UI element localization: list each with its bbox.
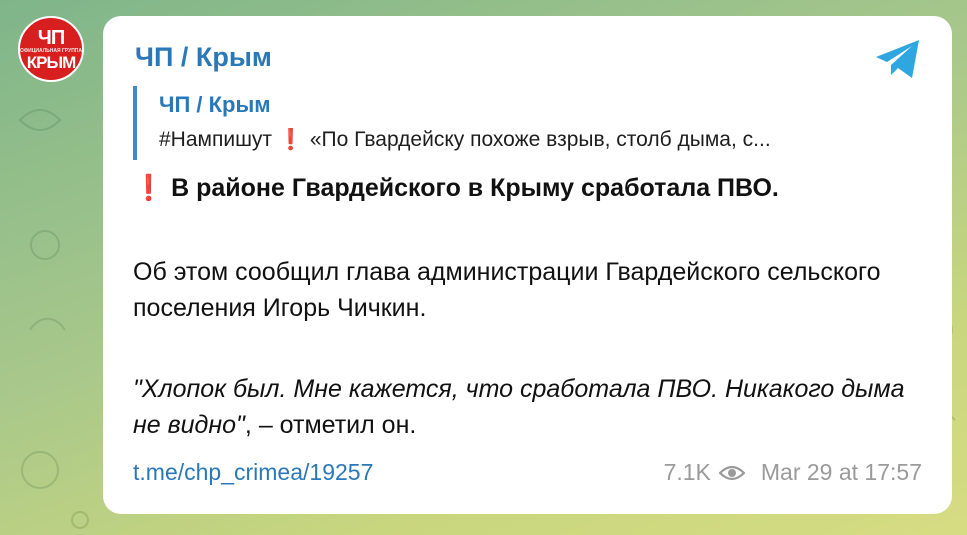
channel-name[interactable]: ЧП / Крым bbox=[135, 42, 272, 73]
telegram-plane-icon[interactable] bbox=[874, 38, 922, 80]
quote-tail: , – отметил он. bbox=[244, 411, 417, 439]
post-link[interactable]: t.me/chp_crimea/19257 bbox=[133, 459, 373, 486]
avatar-top-text: ЧП bbox=[37, 26, 65, 49]
reply-text: #Нампишут ❗ «По Гвардейску похоже взрыв,… bbox=[159, 128, 929, 152]
post-date: Mar 29 at 17:57 bbox=[760, 459, 922, 485]
reply-channel-name: ЧП / Крым bbox=[159, 92, 271, 117]
headline-text: В районе Гвардейского в Крыму сработала … bbox=[171, 174, 779, 202]
channel-avatar[interactable]: ЧП ОФИЦИАЛЬНАЯ ГРУППА КРЫМ bbox=[18, 16, 84, 82]
reply-preview[interactable]: ЧП / Крым #Нампишут ❗ «По Гвардейску пох… bbox=[133, 86, 923, 160]
headline-exclamation-icon: ❗ bbox=[133, 174, 165, 202]
post-meta: 7.1K Mar 29 at 17:57 bbox=[664, 459, 922, 486]
post-headline: ❗ В районе Гвардейского в Крыму сработал… bbox=[133, 174, 779, 203]
reply-snippet: «По Гвардейску похоже взрыв, столб дыма,… bbox=[309, 128, 771, 151]
avatar-small-text: ОФИЦИАЛЬНАЯ ГРУППА bbox=[20, 47, 82, 54]
eye-icon bbox=[718, 465, 745, 480]
view-count: 7.1K bbox=[663, 459, 711, 485]
post-paragraph: Об этом сообщил глава администрации Гвар… bbox=[133, 258, 881, 322]
post-quote: "Хлопок был. Мне кажется, что сработала … bbox=[133, 371, 923, 443]
avatar-bottom-text: КРЫМ bbox=[26, 52, 77, 72]
message-bubble: ЧП / Крым ЧП / Крым #Нампишут ❗ «По Гвар… bbox=[103, 16, 952, 514]
exclamation-icon: ❗ bbox=[277, 128, 305, 151]
reply-hashtag: #Нампишут bbox=[159, 128, 273, 151]
